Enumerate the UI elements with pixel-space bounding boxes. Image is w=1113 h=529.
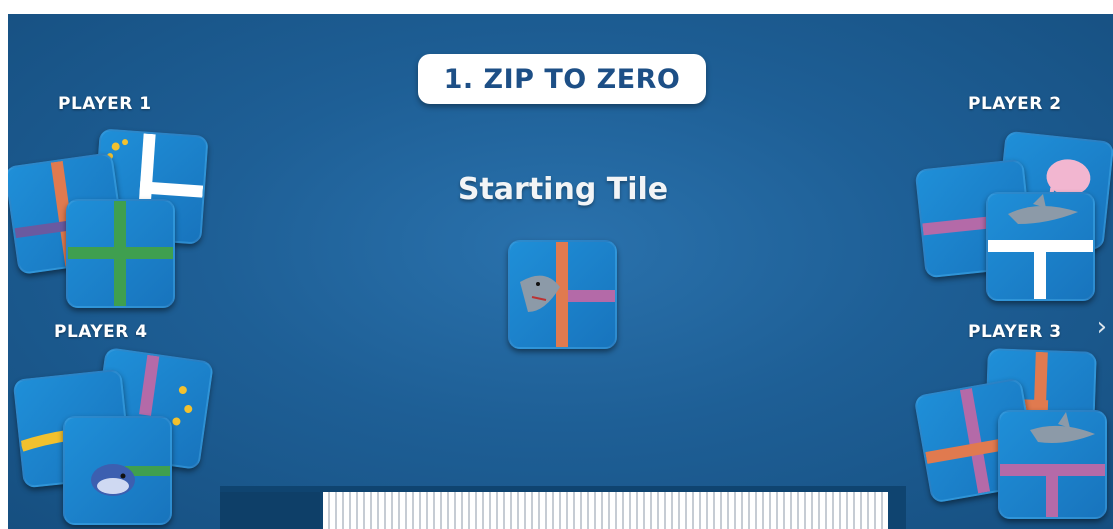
player-3-tile[interactable] [998,410,1107,519]
round-title: 1. ZIP TO ZERO [418,54,706,104]
starting-tile-label: Starting Tile [457,172,669,207]
progress-track [220,486,906,529]
starting-tile[interactable] [508,240,617,349]
player-4-tile[interactable] [63,416,172,525]
shark-icon [1008,194,1078,224]
shark-icon [520,275,560,312]
top-margin [0,0,1113,14]
player-2-label: PLAYER 2 [968,94,1062,114]
chevron-right-icon[interactable]: › [1097,312,1107,342]
player-1-label: PLAYER 1 [58,94,152,114]
progress-fill [220,492,320,529]
progress-ticks [323,492,888,529]
player-4-label: PLAYER 4 [54,322,148,342]
player-2-tile[interactable] [986,192,1095,301]
player-1-tile[interactable] [66,199,175,308]
shark-icon [1030,412,1095,443]
player-3-label: PLAYER 3 [968,322,1062,342]
whale-icon [91,464,135,496]
game-board: 1. ZIP TO ZERO PLAYER 1 PLAYER 2 PLAYER … [8,14,1113,529]
